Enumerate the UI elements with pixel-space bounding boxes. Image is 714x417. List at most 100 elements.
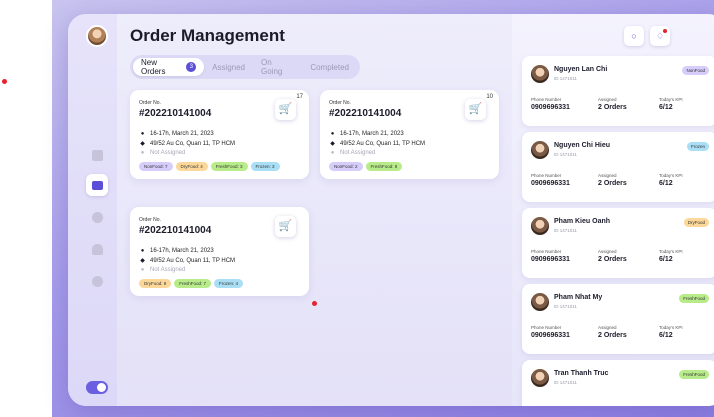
tab-label: New Orders	[141, 58, 166, 76]
order-tags: NonFood: 7 DryFood: 4 FreshFood: 3 Froze…	[139, 162, 300, 171]
staff-assigned: Assigned 2 Orders	[598, 325, 627, 339]
cart-icon[interactable]: 🛒 10	[465, 94, 493, 120]
staff-id: ID 1471011	[554, 152, 577, 157]
location-pin-icon: ◆	[140, 141, 145, 147]
bell-icon[interactable]	[86, 238, 108, 260]
cart-count: 10	[486, 94, 493, 100]
order-address: ◆ 49/52 Au Co, Quan 11, TP HCM	[140, 140, 236, 148]
tab-on-going[interactable]: On Going	[253, 58, 302, 76]
staff-name: Tran Thanh Truc	[554, 370, 609, 377]
staff-kpi: Today's KPI 6/12	[659, 97, 683, 111]
staff-avatar	[531, 217, 549, 235]
staff-assigned: Assigned 2 Orders	[598, 97, 627, 111]
staff-phone: Phone Number 0909696331	[531, 173, 570, 187]
main-panel: Order Management New Orders 3 Assigned O…	[117, 14, 512, 406]
calendar-icon[interactable]	[86, 144, 108, 166]
staff-category-badge: Frozen	[686, 142, 709, 151]
staff-id: ID 1471011	[554, 228, 577, 233]
tag-freshfood: FreshFood: 7	[174, 279, 212, 288]
tab-count-badge: 3	[186, 62, 197, 72]
tag-nonfood: NonFood: 7	[139, 162, 173, 171]
staff-panel: ○ ♢ Nguyen Lan Chi ID 1471011 NonFood Ph…	[512, 14, 714, 406]
theme-toggle[interactable]	[86, 381, 108, 394]
order-card[interactable]: Order No. #202210141004 🛒 17 ● 16-17h, Ma…	[130, 90, 309, 179]
order-time: ● 16-17h, March 21, 2023	[330, 131, 404, 137]
staff-avatar	[531, 369, 549, 387]
tag-freshfood: FreshFood: 3	[210, 162, 248, 171]
user-icon: ●	[330, 150, 335, 156]
order-status: ● Not Assigned	[140, 150, 186, 156]
tab-completed[interactable]: Completed	[302, 58, 357, 76]
staff-card[interactable]: Tran Thanh Truc ID 1471011 FreshFood	[522, 360, 714, 406]
red-marker-dot	[312, 301, 317, 306]
page-title: Order Management	[130, 26, 285, 45]
staff-kpi: Today's KPI 6/12	[659, 173, 683, 187]
staff-id: ID 1471011	[554, 76, 577, 81]
tag-freshfood: FreshFood: 8	[365, 162, 403, 171]
staff-avatar	[531, 65, 549, 83]
red-marker-dot	[2, 79, 7, 84]
app-window: Order Management New Orders 3 Assigned O…	[68, 14, 714, 406]
staff-category-badge: FreshFood	[679, 294, 709, 303]
tag-dryfood: DryFood: 9	[139, 279, 172, 288]
staff-phone: Phone Number 0909696331	[531, 325, 570, 339]
staff-avatar	[531, 141, 549, 159]
order-status-tabs: New Orders 3 Assigned On Going Completed	[130, 55, 360, 79]
order-time: ● 16-17h, March 21, 2023	[140, 248, 214, 254]
search-icon: ○	[631, 31, 637, 41]
staff-kpi: Today's KPI 6/12	[659, 249, 683, 263]
nav-rail	[68, 14, 117, 406]
cart-count: 17	[296, 94, 303, 100]
staff-id: ID 1471011	[554, 380, 577, 385]
staff-phone: Phone Number 0909696331	[531, 249, 570, 263]
tag-frozen: Frozen: 3	[250, 162, 280, 171]
tag-frozen: Frozen: 4	[214, 279, 244, 288]
user-avatar[interactable]	[86, 25, 108, 47]
user-icon: ●	[140, 150, 145, 156]
clock-icon: ●	[330, 131, 335, 137]
staff-assigned: Assigned 2 Orders	[598, 173, 627, 187]
staff-category-badge: DryFood	[683, 218, 709, 227]
staff-name: Nguyen Lan Chi	[554, 66, 608, 73]
users-icon[interactable]	[86, 206, 108, 228]
user-icon: ●	[140, 267, 145, 273]
app-backdrop: Order Management New Orders 3 Assigned O…	[52, 0, 714, 417]
staff-category-badge: FreshFood	[679, 370, 709, 379]
tag-dryfood: DryFood: 4	[175, 162, 208, 171]
notification-button[interactable]: ♢	[650, 26, 670, 46]
staff-name: Pham Nhat My	[554, 294, 603, 301]
orders-icon[interactable]	[86, 174, 108, 196]
tag-nonfood: NonFood: 2	[329, 162, 363, 171]
staff-name: Nguyen Chi Hieu	[554, 142, 611, 149]
order-tags: NonFood: 2 FreshFood: 8	[329, 162, 490, 171]
cart-icon[interactable]: 🛒 17	[275, 94, 303, 120]
staff-card[interactable]: Pham Nhat My ID 1471011 FreshFood Phone …	[522, 284, 714, 354]
notification-dot	[663, 29, 667, 33]
clock-icon: ●	[140, 248, 145, 254]
location-pin-icon: ◆	[330, 141, 335, 147]
search-button[interactable]: ○	[624, 26, 644, 46]
staff-phone: Phone Number 0909696331	[531, 97, 570, 111]
cart-icon[interactable]: 🛒	[275, 216, 296, 237]
gear-icon[interactable]	[86, 270, 108, 292]
order-status: ● Not Assigned	[140, 267, 186, 273]
staff-kpi: Today's KPI 6/12	[659, 325, 683, 339]
staff-category-badge: NonFood	[682, 66, 709, 75]
staff-id: ID 1471011	[554, 304, 577, 309]
order-address: ◆ 49/52 Au Co, Quan 11, TP HCM	[140, 257, 236, 265]
clock-icon: ●	[140, 131, 145, 137]
staff-avatar	[531, 293, 549, 311]
order-card[interactable]: Order No. #202210141004 🛒 ● 16-17h, March…	[130, 207, 309, 296]
tab-new-orders[interactable]: New Orders 3	[133, 58, 205, 76]
order-time: ● 16-17h, March 21, 2023	[140, 131, 214, 137]
staff-card[interactable]: Nguyen Lan Chi ID 1471011 NonFood Phone …	[522, 56, 714, 126]
staff-card[interactable]: Nguyen Chi Hieu ID 1471011 Frozen Phone …	[522, 132, 714, 202]
order-status: ● Not Assigned	[330, 150, 376, 156]
order-tags: DryFood: 9 FreshFood: 7 Frozen: 4	[139, 279, 300, 288]
staff-assigned: Assigned 2 Orders	[598, 249, 627, 263]
order-address: ◆ 49/52 Au Co, Quan 11, TP HCM	[330, 140, 426, 148]
staff-card[interactable]: Pham Kieu Oanh ID 1471011 DryFood Phone …	[522, 208, 714, 278]
tab-assigned[interactable]: Assigned	[204, 58, 253, 76]
location-pin-icon: ◆	[140, 258, 145, 264]
order-card[interactable]: Order No. #202210141004 🛒 10 ● 16-17h, Ma…	[320, 90, 499, 179]
